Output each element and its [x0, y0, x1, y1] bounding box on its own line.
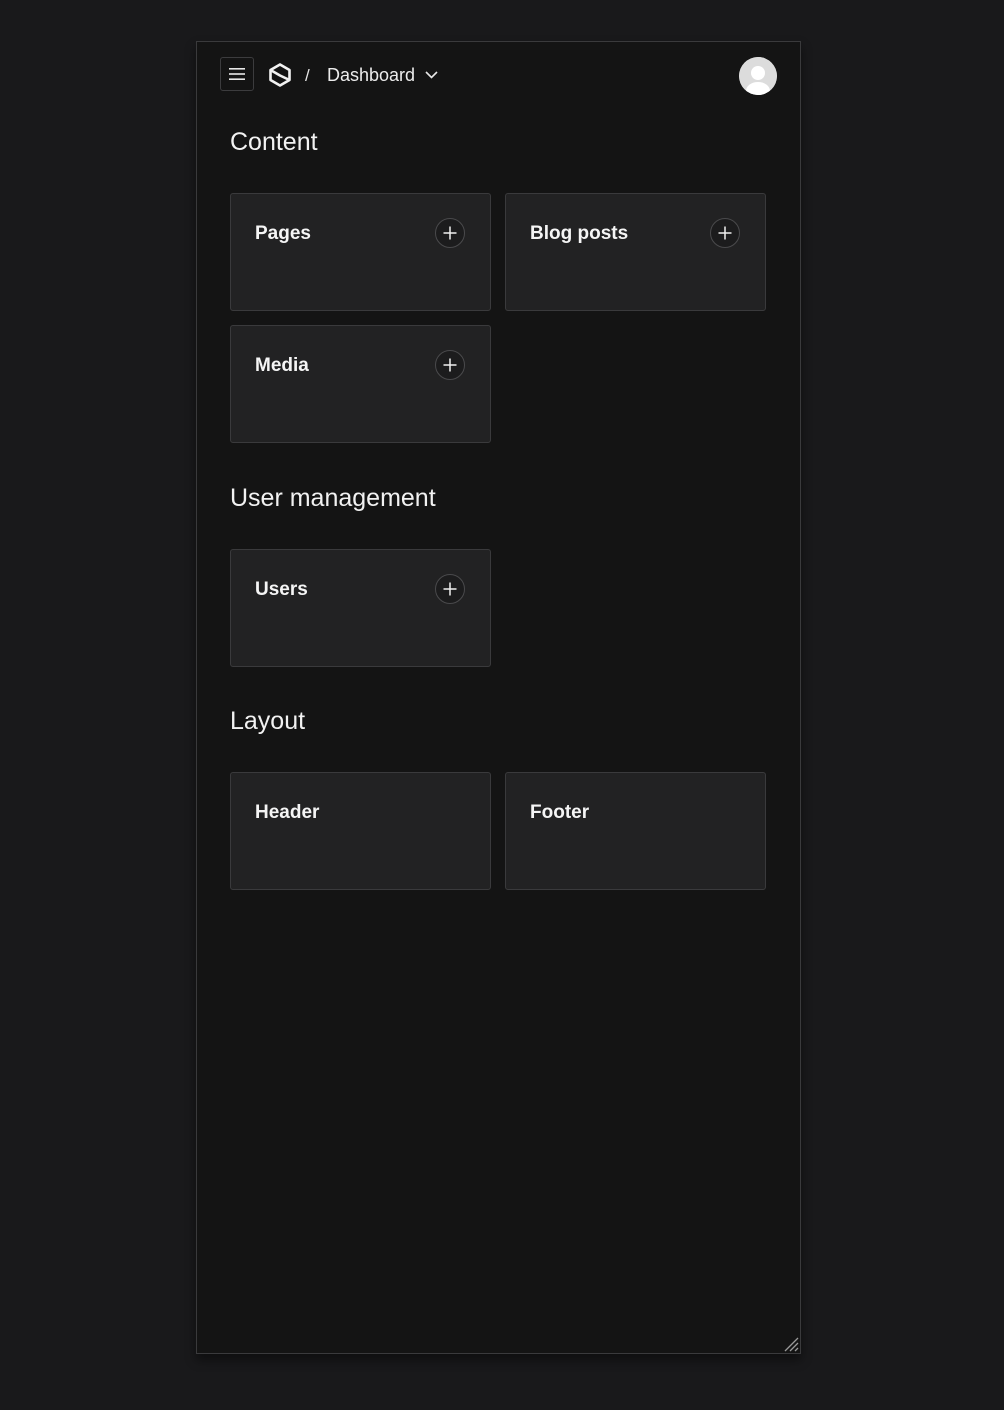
app-window: / Dashboard Content Pages Blog posts Med…: [196, 41, 801, 1354]
add-page-button[interactable]: [435, 218, 465, 248]
card-footer[interactable]: Footer: [505, 772, 766, 890]
card-label: Users: [255, 579, 308, 600]
user-avatar[interactable]: [739, 57, 777, 95]
card-label: Footer: [530, 802, 590, 823]
plus-icon: [443, 358, 457, 372]
breadcrumb-separator: /: [305, 66, 310, 85]
card-label: Header: [255, 802, 320, 823]
card-users[interactable]: Users: [230, 549, 491, 667]
breadcrumb-current: Dashboard: [327, 64, 416, 85]
menu-icon: [229, 68, 245, 80]
chevron-down-icon: [425, 71, 438, 79]
resize-grip-icon[interactable]: [781, 1334, 799, 1352]
plus-icon: [718, 226, 732, 240]
card-blog-posts[interactable]: Blog posts: [505, 193, 766, 311]
top-bar: / Dashboard: [220, 57, 777, 95]
plus-icon: [443, 582, 457, 596]
logo-icon[interactable]: [268, 63, 292, 87]
section-title-layout: Layout: [230, 707, 306, 735]
menu-button[interactable]: [220, 57, 254, 91]
breadcrumb-dashboard-dropdown[interactable]: Dashboard: [327, 63, 438, 87]
plus-icon: [443, 226, 457, 240]
user-avatar-icon: [739, 57, 777, 95]
add-user-button[interactable]: [435, 574, 465, 604]
card-label: Pages: [255, 223, 311, 244]
add-blog-post-button[interactable]: [710, 218, 740, 248]
section-title-user-management: User management: [230, 484, 436, 512]
card-pages[interactable]: Pages: [230, 193, 491, 311]
card-label: Blog posts: [530, 223, 629, 244]
card-media[interactable]: Media: [230, 325, 491, 443]
section-title-content: Content: [230, 128, 318, 156]
card-label: Media: [255, 355, 309, 376]
card-header[interactable]: Header: [230, 772, 491, 890]
add-media-button[interactable]: [435, 350, 465, 380]
